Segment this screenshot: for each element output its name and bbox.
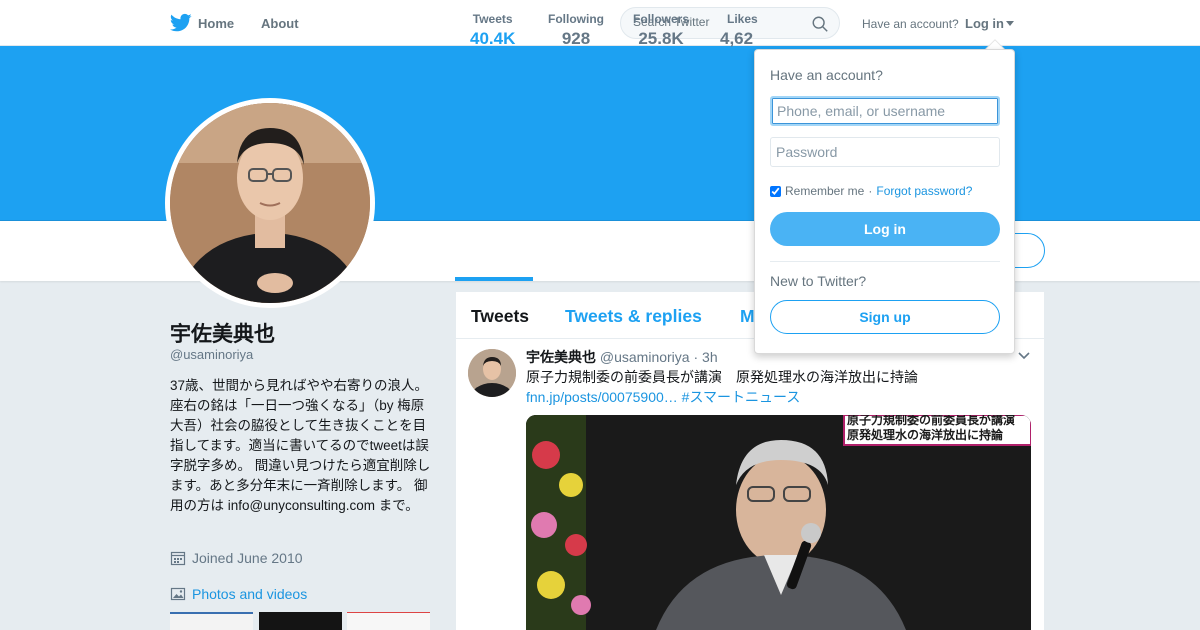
tweet-media[interactable]: 原子力規制委の前委員長が講演 原発処理水の海洋放出に持論	[526, 415, 1031, 630]
photos-videos-link[interactable]: Photos and videos	[170, 586, 307, 602]
photo-icon	[170, 587, 186, 601]
avatar-photo	[170, 103, 370, 303]
login-dropdown: Have an account? Remember me · Forgot pa…	[754, 49, 1015, 354]
username-field[interactable]	[770, 96, 1000, 126]
tab-tweets-replies[interactable]: Tweets & replies	[565, 306, 702, 327]
stat-value: 928	[561, 29, 591, 48]
media-thumbnail[interactable]	[347, 612, 430, 630]
login-button[interactable]: Log in	[770, 212, 1000, 246]
stat-label: Tweets	[472, 12, 513, 26]
tweet-time[interactable]: 3h	[702, 349, 718, 365]
dropdown-divider	[770, 261, 1000, 262]
stat-likes[interactable]: Likes 4,62	[720, 12, 758, 49]
stat-label: Likes	[727, 12, 758, 26]
remember-row: Remember me · Forgot password?	[770, 184, 972, 198]
tweet-links: fnn.jp/posts/00075900… #スマートニュース	[526, 387, 800, 407]
tweet-text: 原子力規制委の前委員長が講演 原発処理水の海洋放出に持論	[526, 369, 918, 385]
separator-dot: ·	[868, 184, 873, 198]
have-account-text: Have an account?	[862, 17, 959, 31]
tweet-author-handle[interactable]: @usaminoriya	[600, 349, 690, 365]
password-field[interactable]	[770, 137, 1000, 167]
tweet-link[interactable]: fnn.jp/posts/00075900…	[526, 389, 678, 405]
login-dropdown-toggle[interactable]: Log in	[965, 16, 1014, 31]
tweet-avatar[interactable]	[468, 349, 516, 397]
remember-label[interactable]: Remember me	[785, 184, 864, 198]
signup-button[interactable]: Sign up	[770, 300, 1000, 334]
stat-following[interactable]: Following 928	[548, 12, 604, 49]
stat-label: Following	[548, 12, 604, 26]
profile-bio: 37歳、世間から見ればやや右寄りの浪人。 座右の銘は「一日一つ強くなる」（by …	[170, 378, 431, 513]
media-thumbnail[interactable]	[170, 612, 253, 630]
tweet-header: 宇佐美典也 @usaminoriya · 3h	[526, 347, 718, 367]
chevron-down-icon[interactable]	[1018, 352, 1030, 360]
profile-handle[interactable]: @usaminoriya	[170, 347, 253, 362]
media-caption-line: 原子力規制委の前委員長が講演	[847, 415, 1016, 427]
forgot-password-link[interactable]: Forgot password?	[876, 184, 972, 198]
nav-about-link[interactable]: About	[261, 16, 299, 31]
stat-value: 40.4K	[470, 29, 516, 48]
active-tab-indicator	[455, 277, 533, 281]
new-to-twitter-text: New to Twitter?	[770, 273, 867, 289]
nav-home-label: Home	[198, 15, 235, 31]
stat-tweets[interactable]: Tweets 40.4K	[470, 12, 515, 49]
caret-down-icon	[1006, 20, 1014, 26]
nav-home-link[interactable]: Home	[170, 13, 234, 33]
tweet-hashtag[interactable]: #スマートニュース	[682, 389, 801, 405]
profile-avatar[interactable]	[165, 98, 375, 308]
profile-joined: Joined June 2010	[170, 550, 303, 566]
profile-name[interactable]: 宇佐美典也	[170, 318, 275, 348]
joined-text: Joined June 2010	[192, 550, 303, 566]
stat-value: 4,62	[720, 29, 754, 48]
twitter-bird-icon	[170, 13, 192, 32]
stat-followers[interactable]: Followers 25.8K	[633, 12, 689, 49]
media-thumbnail[interactable]	[259, 612, 342, 630]
tweet-author-name[interactable]: 宇佐美典也	[526, 349, 596, 365]
remember-checkbox[interactable]	[770, 185, 781, 197]
login-toggle-label: Log in	[965, 16, 1004, 31]
tab-media[interactable]: M	[740, 306, 755, 327]
media-caption: 原子力規制委の前委員長が講演 原発処理水の海洋放出に持論	[847, 415, 1029, 443]
stat-value: 25.8K	[638, 29, 684, 48]
dropdown-title: Have an account?	[770, 67, 883, 83]
tab-tweets[interactable]: Tweets	[471, 306, 529, 327]
media-caption-line: 原発処理水の海洋放出に持論	[847, 428, 1004, 442]
search-icon[interactable]	[811, 15, 829, 33]
photos-label: Photos and videos	[192, 586, 308, 602]
stat-label: Followers	[633, 12, 690, 26]
calendar-icon	[170, 551, 186, 566]
tweet-dot: ·	[693, 349, 699, 365]
